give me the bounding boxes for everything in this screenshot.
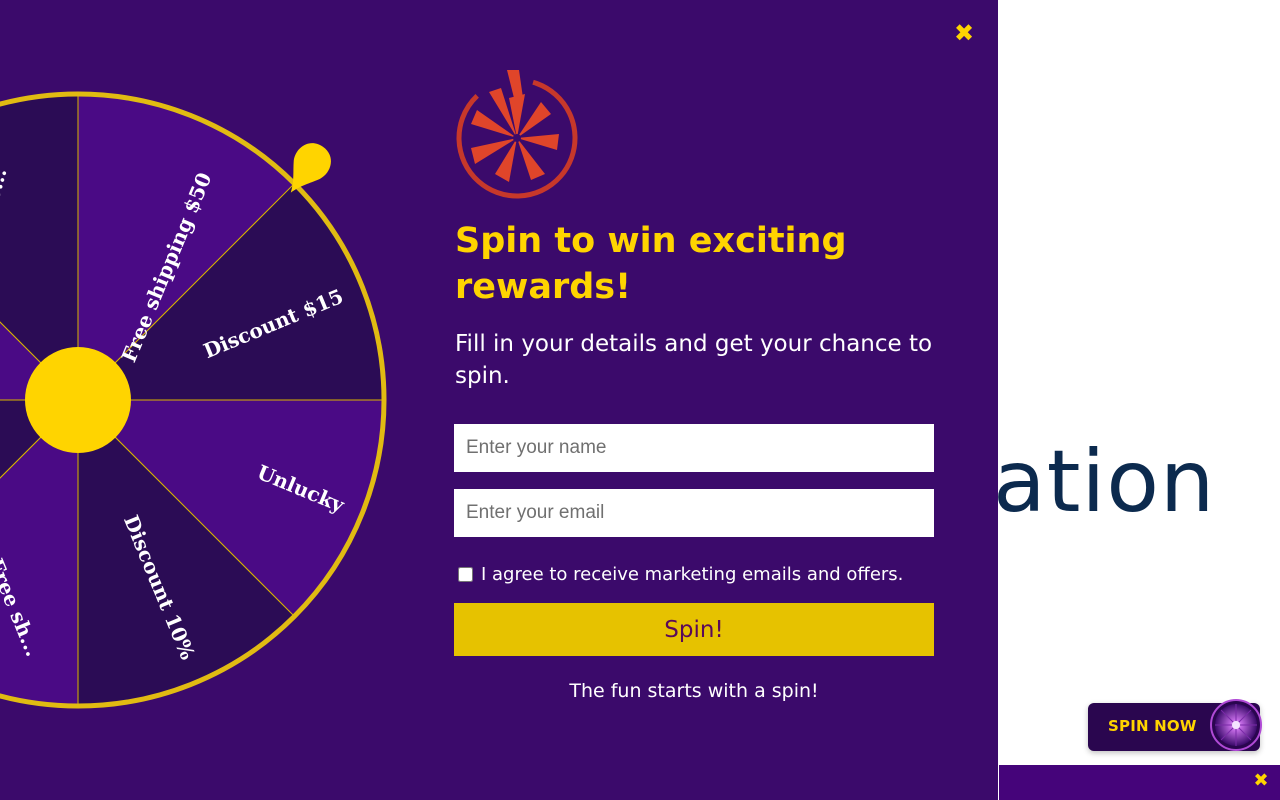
popup-subtitle: Fill in your details and get your chance… (455, 331, 933, 389)
mini-wheel-icon (1210, 699, 1262, 751)
bottom-bar: ✖ (999, 765, 1280, 800)
spin-now-button[interactable]: SPIN NOW (1088, 699, 1262, 751)
email-input[interactable] (454, 489, 934, 537)
prize-wheel: Free shipping $50 Discount $15 Unlucky D… (0, 90, 388, 710)
consent-checkbox[interactable] (458, 566, 473, 582)
popup-footer-text: The fun starts with a spin! (569, 680, 819, 702)
consent-label: I agree to receive marketing emails and … (481, 563, 904, 585)
popup-title: Spin to win exciting rewards! (455, 221, 847, 307)
spin-popup: Free shipping $50 Discount $15 Unlucky D… (0, 0, 998, 800)
close-icon[interactable]: ✖ (953, 21, 975, 45)
background-heading: ation (993, 432, 1216, 532)
consent-row: I agree to receive marketing emails and … (458, 562, 903, 586)
wheel-hub (25, 347, 131, 453)
bottom-bar-close-icon[interactable]: ✖ (1252, 772, 1270, 790)
spin-now-label: SPIN NOW (1108, 717, 1197, 735)
wheel-logo-icon (456, 70, 578, 199)
spin-button[interactable]: Spin! (454, 603, 934, 656)
name-input[interactable] (454, 424, 934, 472)
